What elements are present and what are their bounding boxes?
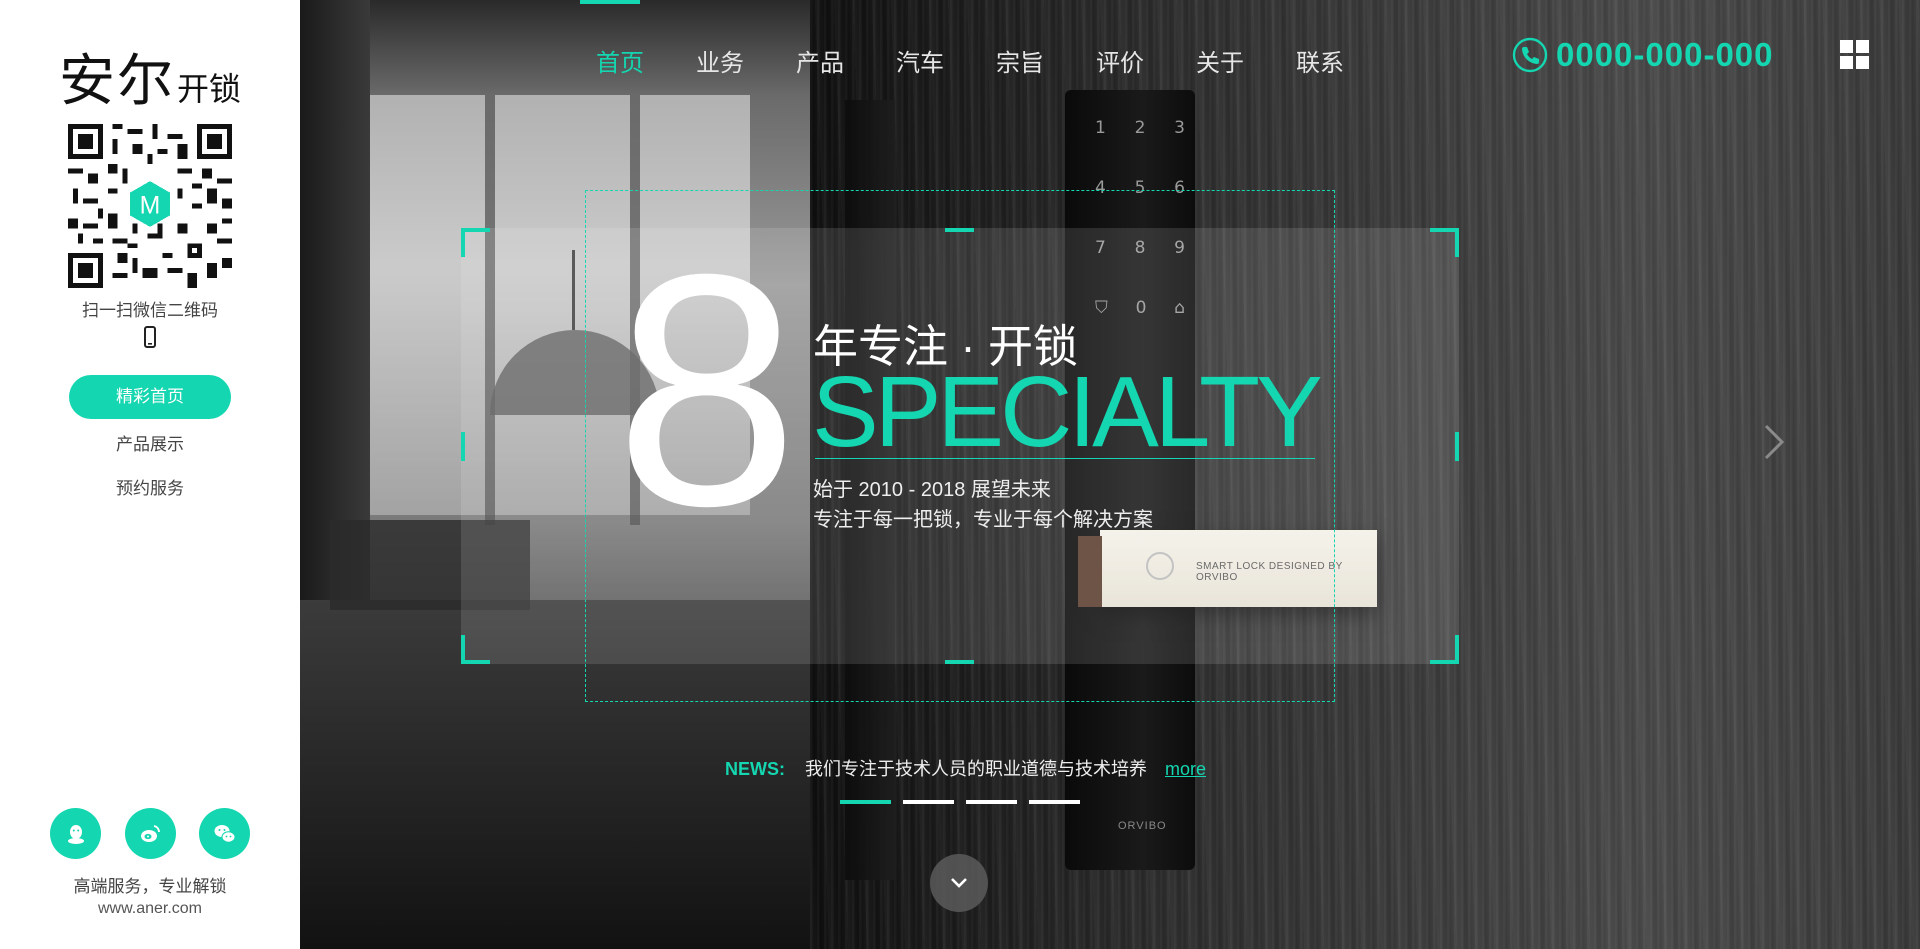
news-ticker: NEWS: 我们专注于技术人员的职业道德与技术培养 more <box>725 755 1206 781</box>
sidebar-item-products[interactable]: 产品展示 <box>0 431 300 459</box>
news-label: NEWS: <box>725 759 785 779</box>
slider-next-arrow[interactable] <box>1760 420 1788 464</box>
site-logo[interactable]: 安尔开锁 <box>0 36 300 117</box>
slider-dot[interactable] <box>966 800 1017 804</box>
nav-products[interactable]: 产品 <box>770 0 870 110</box>
wechat-button[interactable] <box>199 808 250 859</box>
news-more-link[interactable]: more <box>1165 759 1206 780</box>
sidebar-item-home[interactable]: 精彩首页 <box>69 375 231 419</box>
slider-dot[interactable] <box>903 800 954 804</box>
scroll-down-button[interactable] <box>930 854 988 912</box>
phone-icon <box>1512 37 1548 73</box>
qq-icon <box>67 824 84 844</box>
hotline[interactable]: 0000-000-000 <box>1512 36 1774 74</box>
nav-contact[interactable]: 联系 <box>1270 0 1370 110</box>
chevron-right-icon <box>1764 424 1785 460</box>
wechat-qr-code: M <box>68 124 232 288</box>
nav-mission[interactable]: 宗旨 <box>970 0 1070 110</box>
logo-main-text: 安尔 <box>58 49 175 114</box>
wechat-icon <box>214 824 235 843</box>
nav-car[interactable]: 汽车 <box>870 0 970 110</box>
nav-home[interactable]: 首页 <box>570 0 670 110</box>
news-text[interactable]: 我们专注于技术人员的职业道德与技术培养 <box>805 755 1147 781</box>
sidebar-slogan: 高端服务，专业解锁 <box>73 877 227 896</box>
social-links <box>50 808 250 859</box>
slider-dot[interactable] <box>1029 800 1080 804</box>
nav-reviews[interactable]: 评价 <box>1070 0 1170 110</box>
mobile-phone-icon <box>142 326 158 348</box>
weibo-button[interactable] <box>124 808 176 859</box>
chevron-down-icon <box>951 878 967 888</box>
site-url: www.aner.com <box>97 900 203 917</box>
sidebar-item-booking[interactable]: 预约服务 <box>0 475 300 503</box>
years-number: 8 <box>615 205 799 574</box>
lock-brand-label: ORVIBO <box>1118 820 1167 832</box>
hero-subline-2: 专注于每一把锁，专业于每个解决方案 <box>813 509 1153 531</box>
sidebar-nav: 精彩首页 产品展示 预约服务 <box>0 375 300 519</box>
headline-underline <box>815 458 1315 459</box>
slider-dot[interactable] <box>840 800 891 804</box>
nav-about[interactable]: 关于 <box>1170 0 1270 110</box>
phone-number: 0000-000-000 <box>1556 36 1774 73</box>
logo-sub-text: 开锁 <box>176 71 241 107</box>
nav-business[interactable]: 业务 <box>670 0 770 110</box>
hero-headline: SPECIALTY <box>812 356 1323 468</box>
hero-subline-1: 始于 2010 - 2018 展望未来 <box>813 479 1051 501</box>
slider-pagination <box>840 800 1092 804</box>
qq-button[interactable] <box>50 808 101 859</box>
qr-caption: 扫一扫微信二维码 <box>82 301 218 320</box>
main-nav: 首页 业务 产品 汽车 宗旨 评价 关于 联系 <box>570 0 1370 110</box>
weibo-icon <box>141 824 160 842</box>
svg-text:M: M <box>140 192 161 219</box>
sidebar: 安尔开锁 M 扫一扫微信二维码 精彩首页 产品展示 预约服务 高端服务，专业解锁… <box>0 0 300 949</box>
grid-menu-icon[interactable] <box>1840 40 1870 70</box>
